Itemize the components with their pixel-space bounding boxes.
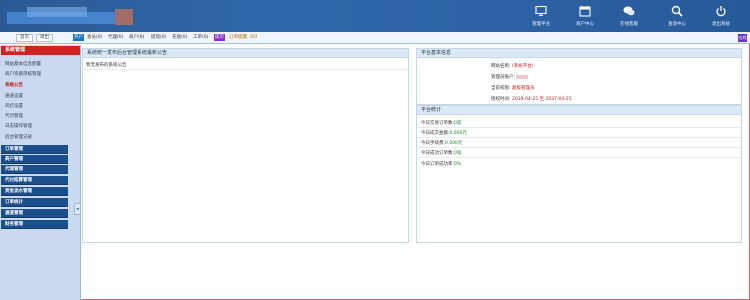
counter-recharge[interactable]: 充值(0)	[172, 34, 187, 42]
counter-merchants[interactable]: 商户(0)	[129, 34, 144, 42]
sidebar-group-order-stats[interactable]: 订单统计	[1, 198, 68, 207]
platform-info-panel: 平台基本信息 网站名称: (系统平台) 管理员账户: 当前权限: 超级管理员 授…	[416, 48, 742, 105]
sidebar-group-orders[interactable]: 订单管理	[1, 145, 68, 154]
sidebar-item-merchant-audit[interactable]: 商户资质审核管理	[5, 71, 41, 77]
nav-label: 退出系统	[712, 22, 730, 27]
sidebar-item-site-config[interactable]: 网站基本信息配置	[5, 61, 41, 67]
search-icon	[671, 5, 683, 17]
sidebar-item-admin-log[interactable]: 后台管理记录	[5, 134, 32, 140]
sidebar-collapse-toggle[interactable]: ◂	[74, 203, 81, 215]
counter-members[interactable]: 会员(0)	[87, 34, 102, 42]
sidebar-group-agents[interactable]: 代理管理	[1, 165, 68, 174]
badge-open: 开户	[73, 34, 84, 41]
sidebar-group-merchants[interactable]: 商户管理	[1, 155, 68, 164]
stat-row-success-rate: 今日订单成功率:0%	[421, 162, 462, 167]
nav-label: 商户中心	[576, 22, 594, 27]
monitor-icon	[535, 5, 547, 16]
stat-row-success-orders: 今日成功订单数:0笔	[421, 151, 462, 156]
sidebar-group-settlement[interactable]: 代付结算管理	[1, 176, 68, 185]
power-icon	[716, 6, 726, 17]
empty-announcement-text: 暂无发布的系统公告	[86, 63, 127, 68]
chat-icon	[623, 6, 635, 16]
sidebar-group-channels[interactable]: 通道管理	[1, 209, 68, 218]
sidebar-item-payout[interactable]: 代付管理	[5, 113, 23, 119]
platform-stats-panel: 平台统计 今日交易订单数:0笔 今日成交金额:0.000元 今日手续费:0.00…	[416, 105, 742, 243]
sidebar-item-op-log[interactable]: 日志操作管理	[5, 123, 32, 129]
info-row-admin-account: 管理员账户:	[491, 74, 529, 80]
nav-label: 在线客服	[620, 22, 638, 27]
logout-button[interactable]: 退出	[36, 34, 53, 42]
info-value: 2019-04-25 至 2037-04-25	[511, 97, 572, 102]
home-button[interactable]: 首页	[16, 34, 33, 42]
stat-row-orders: 今日交易订单数:0笔	[421, 121, 462, 126]
order-notice[interactable]: 订单提醒: 0/0	[229, 34, 257, 42]
sidebar-item-channel-settings[interactable]: 通道设置	[5, 93, 23, 99]
info-row-license-time: 授权时间: 2019-04-25 至 2037-04-25	[491, 97, 572, 102]
panel-title: 系统统一发布后台管理系统最新公告	[83, 49, 408, 58]
site-logo	[7, 3, 133, 27]
sidebar-group-funds[interactable]: 资金流水管理	[1, 187, 68, 196]
nav-label: 查询中心	[668, 22, 686, 27]
top-header: 管理平台 商户中心 在线客服 查询中心 退出系统	[0, 0, 750, 32]
sidebar-group-finance[interactable]: 财务管理	[1, 220, 68, 229]
online-status-badge: 在线	[738, 34, 747, 42]
status-toolbar: 首页 退出 开户 会员(0) 代理(0) 商户(0) 提现(0) 充值(0) 工…	[0, 32, 750, 44]
sidebar: 系统管理 网站基本信息配置 商户资质审核管理 系统公告 通道设置 风控设置 代付…	[0, 45, 81, 300]
announcement-panel: 系统统一发布后台管理系统最新公告 暂无发布的系统公告	[82, 48, 409, 243]
sidebar-item-risk-settings[interactable]: 风控设置	[5, 103, 23, 109]
nav-merchant-center[interactable]: 商户中心	[568, 5, 602, 29]
counter-withdraw[interactable]: 提现(0)	[151, 34, 166, 42]
nav-online-service[interactable]: 在线客服	[612, 5, 646, 29]
badge-tip: 提示	[214, 34, 225, 41]
sidebar-item-announcement[interactable]: 系统公告	[5, 82, 23, 88]
nav-label: 管理平台	[532, 22, 550, 27]
counter-agents[interactable]: 代理(0)	[108, 34, 123, 42]
nav-logout[interactable]: 退出系统	[704, 5, 738, 29]
redacted-value	[516, 74, 529, 79]
info-row-site-name: 网站名称: (系统平台)	[491, 64, 534, 69]
info-value: 超级管理员	[511, 86, 535, 91]
counter-tickets[interactable]: 工单(0)	[193, 34, 208, 42]
stat-row-fee: 今日手续费:0.000元	[421, 141, 463, 146]
nav-query-center[interactable]: 查询中心	[660, 5, 694, 29]
panel-title: 平台统计	[417, 106, 741, 115]
stat-row-amount: 今日成交金额:0.000元	[421, 131, 467, 136]
info-row-permission: 当前权限: 超级管理员	[491, 86, 535, 91]
info-value: (系统平台)	[511, 64, 534, 69]
sidebar-section-header[interactable]: 系统管理	[1, 46, 80, 55]
calendar-icon	[579, 6, 591, 17]
panel-title: 平台基本信息	[417, 49, 741, 58]
nav-admin-platform[interactable]: 管理平台	[524, 5, 558, 29]
